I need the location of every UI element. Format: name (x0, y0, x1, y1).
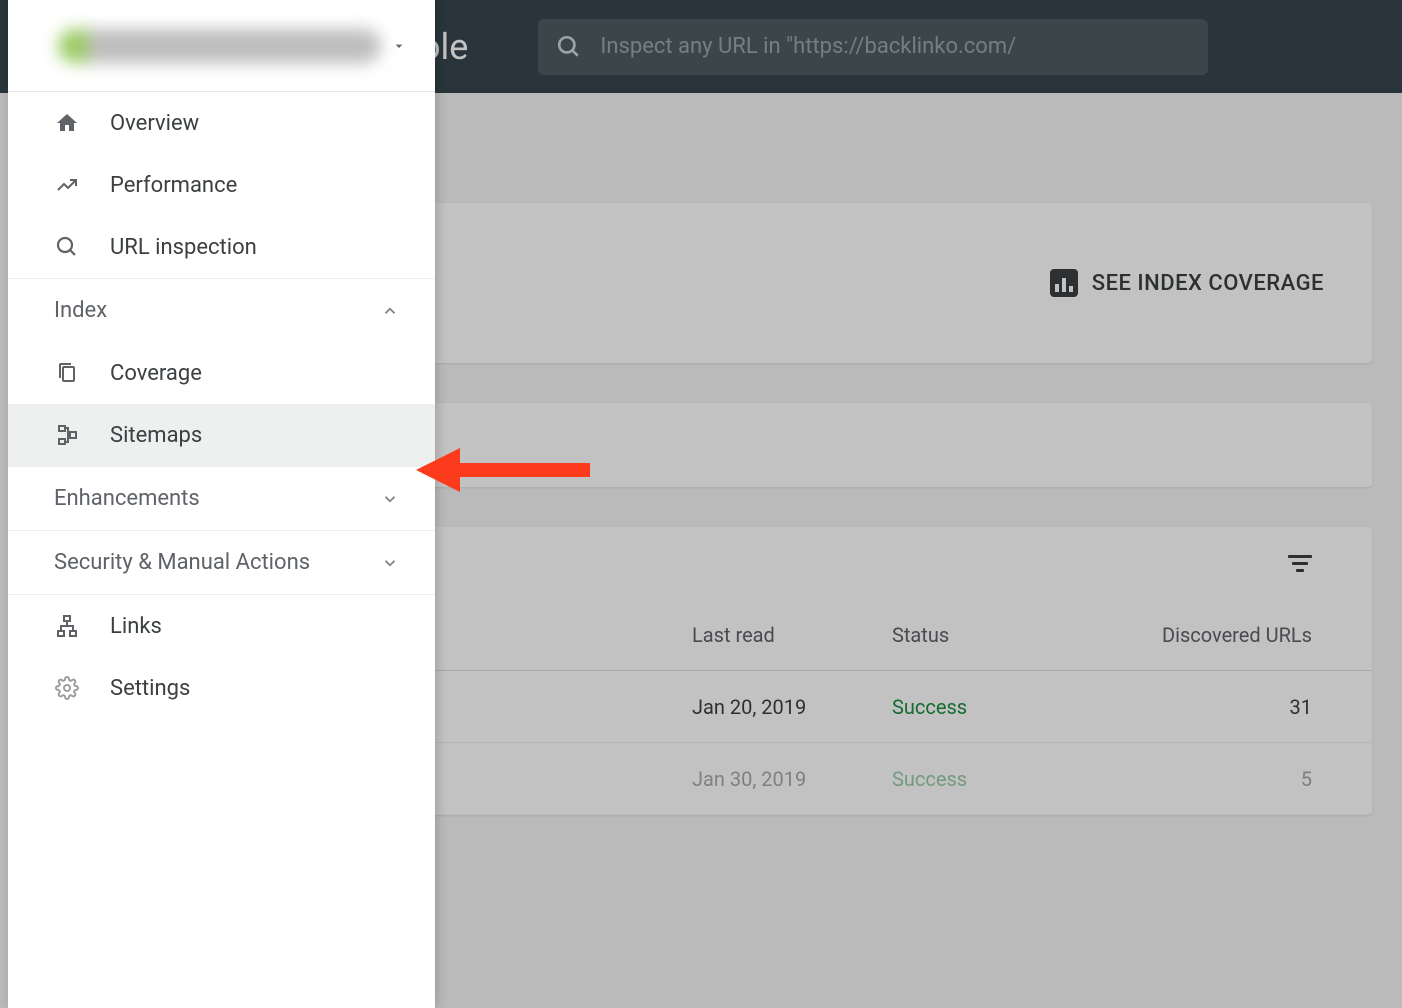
sitemap-icon (54, 423, 80, 447)
cell-last-read: Jan 20, 2019 (692, 695, 892, 719)
search-input[interactable] (600, 34, 1190, 59)
bar-chart-icon (1050, 269, 1078, 297)
sidebar-item-url-inspection[interactable]: URL inspection (8, 216, 435, 278)
sidebar-item-label: URL inspection (110, 235, 257, 260)
sidebar-item-label: Overview (110, 111, 199, 136)
chevron-down-icon (381, 490, 399, 508)
url-inspect-search[interactable] (538, 19, 1208, 75)
links-tree-icon (54, 614, 80, 638)
sidebar-item-overview[interactable]: Overview (8, 92, 435, 154)
trend-up-icon (54, 173, 80, 197)
sidebar: Overview Performance URL inspection Inde… (8, 0, 435, 1008)
sidebar-item-coverage[interactable]: Coverage (8, 342, 435, 404)
search-icon (556, 34, 582, 60)
sidebar-item-label: Coverage (110, 361, 202, 386)
col-last-read: Last read (692, 623, 892, 647)
filter-icon[interactable] (1288, 555, 1312, 572)
see-coverage-label: SEE INDEX COVERAGE (1092, 271, 1324, 296)
section-label: Index (54, 298, 107, 323)
chevron-down-icon (381, 554, 399, 572)
sidebar-item-performance[interactable]: Performance (8, 154, 435, 216)
section-label: Enhancements (54, 486, 200, 511)
section-index[interactable]: Index (8, 278, 435, 342)
property-name-blurred (58, 29, 381, 63)
see-index-coverage-button[interactable]: SEE INDEX COVERAGE (1050, 269, 1324, 297)
sidebar-item-settings[interactable]: Settings (8, 657, 435, 719)
sidebar-item-label: Links (110, 614, 162, 639)
chevron-up-icon (381, 302, 399, 320)
search-icon (54, 235, 80, 259)
sidebar-item-sitemaps[interactable]: Sitemaps (8, 404, 435, 466)
chevron-down-icon (391, 38, 407, 54)
home-icon (54, 111, 80, 135)
property-selector[interactable] (8, 0, 435, 92)
sidebar-item-links[interactable]: Links (8, 595, 435, 657)
pages-icon (54, 361, 80, 385)
cell-last-read: Jan 30, 2019 (692, 767, 892, 791)
sidebar-item-label: Performance (110, 173, 237, 198)
cell-discovered: 31 (1092, 695, 1312, 719)
sidebar-item-label: Sitemaps (110, 423, 202, 448)
section-security[interactable]: Security & Manual Actions (8, 530, 435, 594)
cell-status: Success (892, 695, 1092, 719)
cell-status: Success (892, 767, 1092, 791)
sidebar-item-label: Settings (110, 676, 190, 701)
gear-icon (54, 676, 80, 700)
col-discovered: Discovered URLs (1092, 623, 1312, 647)
section-label: Security & Manual Actions (54, 550, 310, 575)
col-status: Status (892, 623, 1092, 647)
section-enhancements[interactable]: Enhancements (8, 466, 435, 530)
cell-discovered: 5 (1092, 767, 1312, 791)
